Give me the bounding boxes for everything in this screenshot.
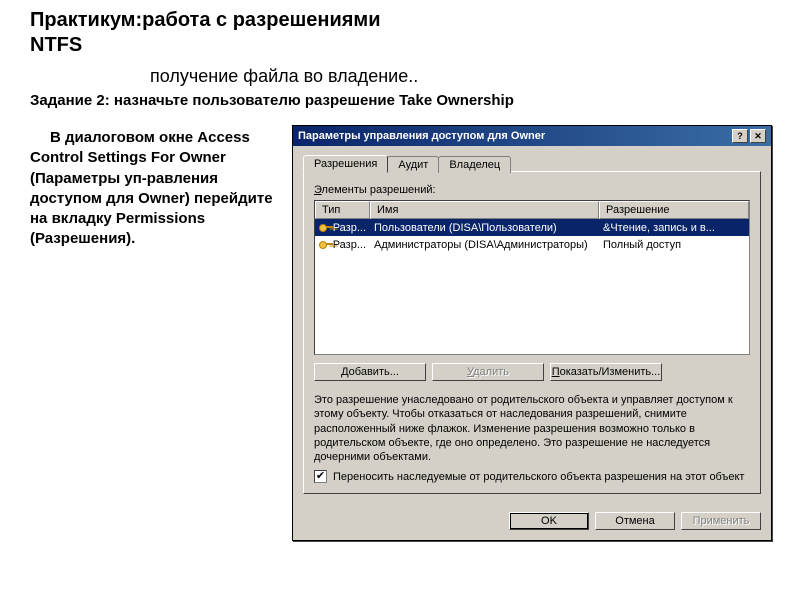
tab-owner[interactable]: Владелец <box>438 156 511 173</box>
list-item[interactable]: Разр... Администраторы (DISA\Администрат… <box>315 236 749 253</box>
col-type[interactable]: Тип <box>315 201 370 219</box>
tab-strip: Разрешения Аудит Владелец <box>303 154 761 172</box>
col-name[interactable]: Имя <box>370 201 599 219</box>
access-control-dialog: Параметры управления доступом для Owner … <box>292 125 772 541</box>
titlebar-buttons: ? ✕ <box>732 129 766 143</box>
key-icon <box>319 222 331 233</box>
help-button[interactable]: ? <box>732 129 748 143</box>
slide-title: Практикум:работа с разрешениями NTFS <box>30 8 430 58</box>
apply-button[interactable]: Применить <box>681 512 761 530</box>
slide-subtitle: получение файла во владение.. <box>150 66 418 87</box>
inherit-label: Переносить наследуемые от родительского … <box>333 471 744 483</box>
permissions-panel: Элементы разрешений: Тип Имя Разрешение … <box>303 171 761 494</box>
view-edit-button[interactable]: Показать/Изменить... <box>550 363 662 381</box>
permissions-list[interactable]: Тип Имя Разрешение Разр... Пользователи … <box>314 200 750 355</box>
col-perm[interactable]: Разрешение <box>599 201 749 219</box>
add-button[interactable]: Добавить... <box>314 363 426 381</box>
cancel-button[interactable]: Отмена <box>595 512 675 530</box>
list-header[interactable]: Тип Имя Разрешение <box>315 201 749 219</box>
elements-label: Элементы разрешений: <box>314 184 750 196</box>
task-heading: Задание 2: назначьте пользователю разреш… <box>30 92 514 109</box>
tab-permissions[interactable]: Разрешения <box>303 155 388 173</box>
close-button[interactable]: ✕ <box>750 129 766 143</box>
tab-audit[interactable]: Аудит <box>387 156 439 173</box>
inherit-checkbox[interactable]: ✔ <box>314 470 327 483</box>
list-item[interactable]: Разр... Пользователи (DISA\Пользователи)… <box>315 219 749 236</box>
dialog-footer: OK Отмена Применить <box>293 504 771 540</box>
inherit-row[interactable]: ✔ Переносить наследуемые от родительског… <box>314 470 750 483</box>
info-text: Это разрешение унаследовано от родительс… <box>314 393 750 464</box>
remove-button[interactable]: Удалить <box>432 363 544 381</box>
instruction-text: В диалоговом окне Access Control Setting… <box>30 128 275 250</box>
dialog-title: Параметры управления доступом для Owner <box>298 130 545 142</box>
ok-button[interactable]: OK <box>509 512 589 530</box>
dialog-titlebar[interactable]: Параметры управления доступом для Owner … <box>293 126 771 146</box>
key-icon <box>319 239 331 250</box>
